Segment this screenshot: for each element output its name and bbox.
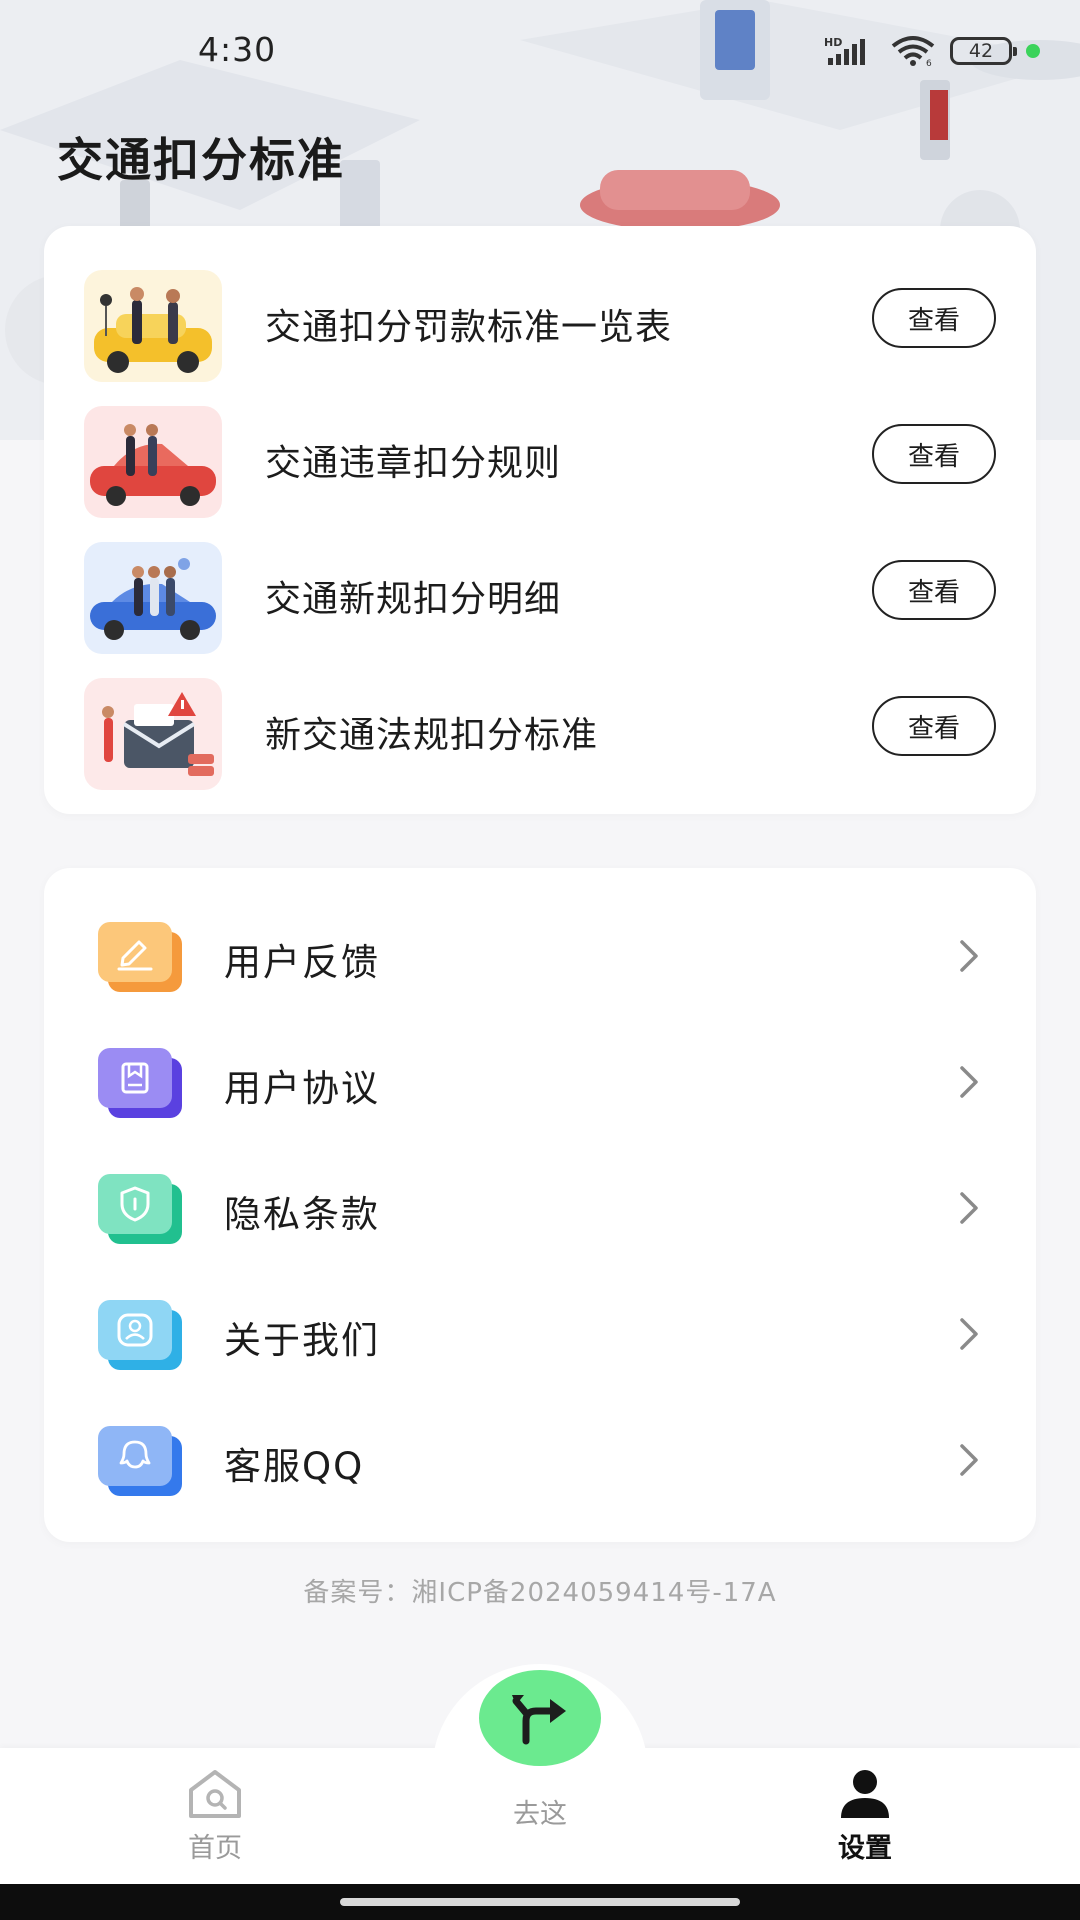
settings-menu-card: 用户反馈 用户协议 隐私条款 关于我们 客服QQ: [44, 868, 1036, 1542]
menu-item-about-us[interactable]: 关于我们: [44, 1266, 1036, 1392]
menu-item-feedback[interactable]: 用户反馈: [44, 888, 1036, 1014]
home-icon: [189, 1770, 241, 1818]
tab-home-label: 首页: [188, 1833, 242, 1864]
status-icons: HD 6 42: [824, 34, 1040, 68]
rule-item[interactable]: 交通扣分罚款标准一览表 查看: [44, 250, 1036, 386]
status-bar: 4:30 HD 6 42: [0, 0, 1080, 100]
tab-go-here[interactable]: 去这: [495, 1792, 585, 1831]
wifi-icon: 6: [891, 36, 935, 67]
status-time: 4:30: [198, 30, 277, 69]
rule-title: 交通新规扣分明细: [265, 579, 562, 620]
rule-thumbnail-car-taxi: [84, 270, 222, 382]
battery-level: 42: [968, 40, 994, 62]
chevron-right-icon: [960, 1066, 978, 1098]
menu-item-label: 关于我们: [224, 1319, 380, 1362]
view-button[interactable]: 查看: [872, 696, 996, 756]
home-indicator[interactable]: [340, 1898, 740, 1906]
shield-icon: [98, 1174, 184, 1244]
route-arrow-icon: [512, 1695, 566, 1745]
rule-item[interactable]: 交通新规扣分明细 查看: [44, 522, 1036, 658]
tab-home[interactable]: 首页: [170, 1768, 260, 1865]
menu-item-customer-service-qq[interactable]: 客服QQ: [44, 1392, 1036, 1518]
rule-thumbnail-blue-car: [84, 542, 222, 654]
menu-item-label: 用户反馈: [224, 941, 380, 984]
rule-thumbnail-red-car: [84, 406, 222, 518]
rule-title: 交通扣分罚款标准一览表: [265, 307, 673, 348]
menu-item-privacy[interactable]: 隐私条款: [44, 1140, 1036, 1266]
menu-item-label: 用户协议: [224, 1067, 380, 1110]
chevron-right-icon: [960, 1318, 978, 1350]
go-here-button[interactable]: [479, 1670, 601, 1766]
page-title: 交通扣分标准: [57, 133, 345, 187]
app-screen: 4:30 HD 6 42 交通扣分标准 交通扣分罚款标准一览表 查看 交通违章扣…: [0, 0, 1080, 1920]
icp-record-text: 备案号：湘ICP备2024059414号-17A: [303, 1578, 777, 1608]
battery-icon: 42: [950, 37, 1017, 65]
user-icon: [98, 1300, 184, 1370]
menu-item-label: 隐私条款: [224, 1193, 380, 1236]
document-icon: [98, 1048, 184, 1118]
menu-item-label: 客服QQ: [224, 1445, 365, 1488]
charging-indicator-icon: [1026, 44, 1040, 58]
view-button[interactable]: 查看: [872, 288, 996, 348]
view-button[interactable]: 查看: [872, 560, 996, 620]
rule-title: 交通违章扣分规则: [265, 443, 562, 484]
tab-settings-label: 设置: [838, 1833, 892, 1864]
chevron-right-icon: [960, 1192, 978, 1224]
svg-text:HD: HD: [824, 36, 842, 49]
chevron-right-icon: [960, 940, 978, 972]
qq-icon: [98, 1426, 184, 1496]
rule-thumbnail-warning-notice: [84, 678, 222, 790]
person-icon: [841, 1770, 889, 1818]
menu-item-user-agreement[interactable]: 用户协议: [44, 1014, 1036, 1140]
view-button[interactable]: 查看: [872, 424, 996, 484]
tab-go-label: 去这: [513, 1799, 567, 1830]
svg-text:6: 6: [926, 59, 932, 67]
cellular-signal-icon: HD: [824, 36, 865, 65]
chevron-right-icon: [960, 1444, 978, 1476]
edit-icon: [98, 922, 184, 992]
tab-settings[interactable]: 设置: [820, 1768, 910, 1865]
rule-item[interactable]: 新交通法规扣分标准 查看: [44, 658, 1036, 794]
rules-card: 交通扣分罚款标准一览表 查看 交通违章扣分规则 查看 交通新规扣分明细 查看 新…: [44, 226, 1036, 814]
rule-item[interactable]: 交通违章扣分规则 查看: [44, 386, 1036, 522]
rule-title: 新交通法规扣分标准: [265, 715, 599, 756]
